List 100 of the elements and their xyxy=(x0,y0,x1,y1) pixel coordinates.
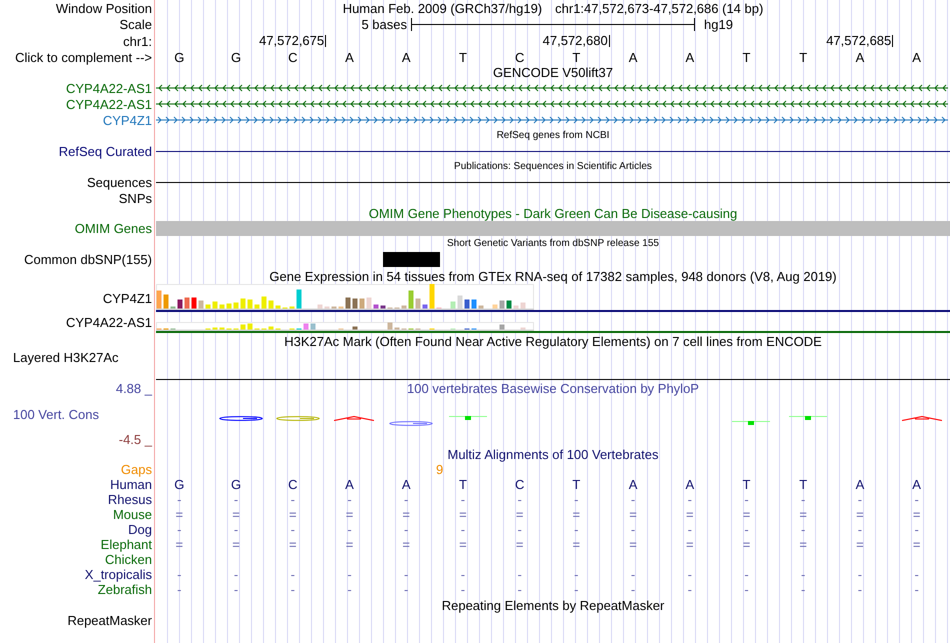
track-title: Multiz Alignments of 100 Vertebrates xyxy=(447,447,658,462)
t-shape-icon xyxy=(789,416,828,420)
expression-bar xyxy=(416,298,420,308)
base-letter: A xyxy=(856,477,864,492)
alignment-symbol: - xyxy=(858,492,862,507)
track-label: 100 Vert. Cons xyxy=(13,406,99,422)
track-title: Gene Expression in 54 tissues from GTEx RNA-seq of 17382 samples, 948 donors (V8, Aug 2019) xyxy=(269,268,837,284)
expression-bar xyxy=(276,306,280,308)
expression-bar xyxy=(164,294,168,308)
base-letter: C xyxy=(288,50,298,64)
alignment-symbol: - xyxy=(290,567,295,582)
expression-bar xyxy=(360,298,364,308)
alignment-symbol: - xyxy=(914,522,919,537)
base-letter: T xyxy=(458,477,467,492)
base-letter: A xyxy=(345,477,354,492)
alignment-symbol: - xyxy=(801,582,806,597)
alignment-symbol: - xyxy=(574,492,579,507)
alignment-symbol: - xyxy=(517,582,522,597)
row-label: Window Position xyxy=(56,0,152,16)
expression-bar xyxy=(500,300,504,308)
expression-bar xyxy=(408,290,414,308)
alignment-symbol: - xyxy=(404,582,408,597)
expression-bar xyxy=(318,304,322,308)
gene-label: CYP4A22-AS1 xyxy=(66,315,152,330)
alignment-symbol: - xyxy=(914,492,919,507)
alignment-symbol: - xyxy=(347,522,352,537)
base-letter: A xyxy=(912,477,921,492)
species-label: X_tropicalis xyxy=(84,567,152,582)
alignment-symbol: - xyxy=(858,522,862,537)
base-letter: A xyxy=(628,477,638,492)
gene-label: CYP4Z1 xyxy=(102,290,152,306)
expression-bar xyxy=(492,304,498,308)
alignment-symbol: - xyxy=(744,492,749,507)
variant-block xyxy=(382,252,440,267)
base-letter: T xyxy=(742,477,750,492)
alignment-symbol: - xyxy=(744,567,749,582)
track-label: Common dbSNP(155) xyxy=(24,252,152,267)
expression-bar xyxy=(248,300,252,308)
base-letter: G xyxy=(174,50,184,64)
alignment-symbol: - xyxy=(404,492,408,507)
alignment-symbol: - xyxy=(234,492,238,507)
flattened-ring-icon xyxy=(219,416,264,421)
track-title: 100 vertebrates Basewise Conservation by PhyloP xyxy=(407,381,699,396)
alignment-symbol: - xyxy=(914,567,919,582)
alignment-symbol: - xyxy=(234,567,238,582)
alignment-symbol: = xyxy=(459,507,467,522)
assembly-label: hg19 xyxy=(703,17,733,32)
expression-bar xyxy=(514,306,518,308)
alignment-symbol: = xyxy=(686,537,694,552)
expression-bar xyxy=(506,300,512,308)
alignment-symbol: = xyxy=(799,537,807,552)
expression-bar xyxy=(352,326,358,330)
alignment-symbol: = xyxy=(176,507,184,522)
alignment-symbol: - xyxy=(630,567,636,582)
alignment-symbol: = xyxy=(402,537,410,552)
alignment-symbol: = xyxy=(232,507,240,522)
expression-bar xyxy=(268,326,274,330)
expression-bar xyxy=(248,324,252,330)
alignment-symbol: - xyxy=(460,567,466,582)
base-letter: T xyxy=(572,50,580,64)
alignment-symbol: - xyxy=(574,522,579,537)
alignment-symbol: - xyxy=(290,522,295,537)
expression-bar xyxy=(472,300,476,308)
flattened-ring-icon xyxy=(276,416,320,421)
alignment-symbol: - xyxy=(517,567,522,582)
expression-bar xyxy=(352,298,358,308)
alignment-symbol: = xyxy=(288,507,297,522)
expression-bar xyxy=(374,304,378,308)
alignment-symbol: - xyxy=(688,567,692,582)
track-title: Publications: Sequences in Scientific Articles xyxy=(454,160,652,174)
alignment-symbol: = xyxy=(572,507,580,522)
alignment-symbol: = xyxy=(686,507,694,522)
ruler-position: 47,572,680 xyxy=(542,35,610,47)
alignment-symbol: - xyxy=(744,582,749,597)
alignment-symbol: - xyxy=(404,522,408,537)
expression-bar xyxy=(304,324,308,330)
alignment-symbol: - xyxy=(290,492,295,507)
t-shape-icon xyxy=(732,421,770,425)
expression-bar xyxy=(206,304,210,308)
alignment-symbol: - xyxy=(177,567,182,582)
alignment-symbol: - xyxy=(347,492,352,507)
alignment-symbol: - xyxy=(801,567,806,582)
track-title: RefSeq genes from NCBI xyxy=(496,129,610,143)
alignment-symbol: = xyxy=(912,507,920,522)
alignment-symbol: - xyxy=(688,492,692,507)
base-letter: G xyxy=(231,477,242,492)
alignment-symbol: = xyxy=(629,537,637,552)
alignment-symbol: - xyxy=(460,582,466,597)
expression-bar xyxy=(388,322,392,330)
alignment-symbol: = xyxy=(232,537,240,552)
expression-bar xyxy=(310,324,316,330)
species-label: Rhesus xyxy=(108,492,152,507)
base-letter: G xyxy=(231,50,242,64)
expression-bar xyxy=(156,290,162,308)
species-label: Human xyxy=(110,477,152,492)
assembly-name: Human Feb. 2009 (GRCh37/hg19) xyxy=(342,0,542,16)
expression-bar xyxy=(226,304,232,308)
alignment-symbol: - xyxy=(744,522,749,537)
expression-bar xyxy=(380,306,386,308)
alignment-symbol: - xyxy=(688,522,692,537)
